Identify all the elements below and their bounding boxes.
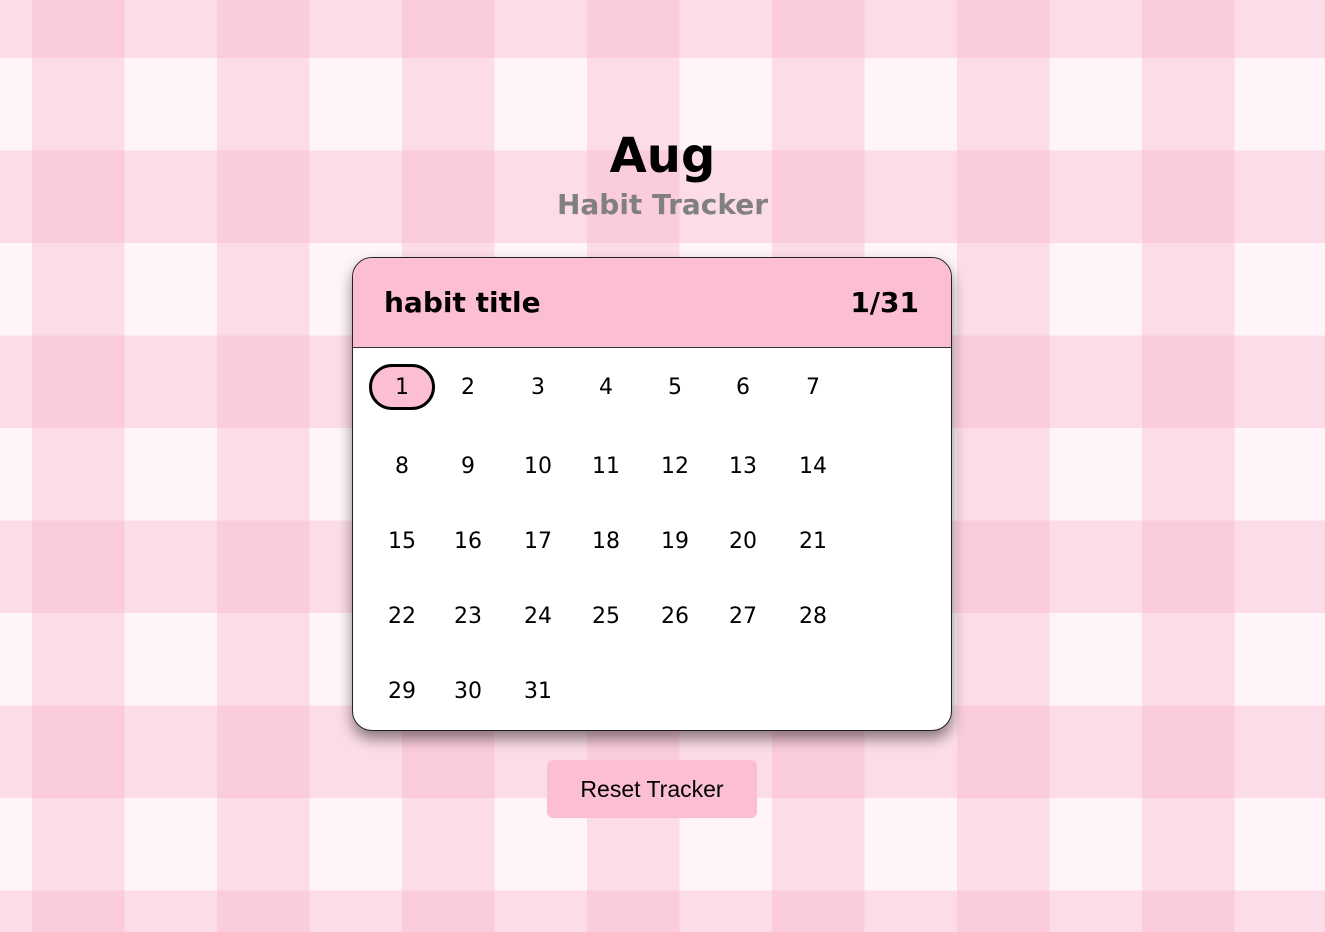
day-cell-21[interactable]: 21: [780, 518, 846, 564]
habit-progress-count: 1/31: [850, 286, 919, 319]
day-cell-7[interactable]: 7: [780, 364, 846, 410]
habit-card-header: habit title 1/31: [353, 258, 951, 348]
day-cell-31[interactable]: 31: [505, 668, 571, 714]
day-cell-12[interactable]: 12: [642, 443, 708, 489]
days-grid: 1 2 3 4 5 6 7 8 9 10 11 12 13 14 15 16 17 18 19 20 21 22 23 24 2…: [353, 348, 951, 728]
page-header: Aug Habit Tracker: [0, 126, 1325, 222]
day-cell-14[interactable]: 14: [780, 443, 846, 489]
day-cell-19[interactable]: 19: [642, 518, 708, 564]
day-cell-3[interactable]: 3: [505, 364, 571, 410]
day-cell-24[interactable]: 24: [505, 593, 571, 639]
reset-tracker-button[interactable]: Reset Tracker: [547, 760, 757, 818]
day-cell-11[interactable]: 11: [573, 443, 639, 489]
day-cell-13[interactable]: 13: [710, 443, 776, 489]
day-cell-25[interactable]: 25: [573, 593, 639, 639]
day-cell-18[interactable]: 18: [573, 518, 639, 564]
day-cell-16[interactable]: 16: [435, 518, 501, 564]
habit-title[interactable]: habit title: [384, 286, 541, 319]
month-title: Aug: [609, 128, 716, 184]
day-cell-26[interactable]: 26: [642, 593, 708, 639]
day-cell-23[interactable]: 23: [435, 593, 501, 639]
day-cell-1[interactable]: 1: [369, 364, 435, 410]
day-cell-30[interactable]: 30: [435, 668, 501, 714]
page-subtitle: Habit Tracker: [556, 188, 769, 221]
day-cell-9[interactable]: 9: [435, 443, 501, 489]
day-cell-15[interactable]: 15: [369, 518, 435, 564]
day-cell-29[interactable]: 29: [369, 668, 435, 714]
day-cell-5[interactable]: 5: [642, 364, 708, 410]
day-cell-4[interactable]: 4: [573, 364, 639, 410]
day-cell-10[interactable]: 10: [505, 443, 571, 489]
day-cell-27[interactable]: 27: [710, 593, 776, 639]
day-cell-20[interactable]: 20: [710, 518, 776, 564]
habit-tracker-card: habit title 1/31 1 2 3 4 5 6 7 8 9 10 11 12 13 14 15 16…: [352, 257, 952, 731]
day-cell-28[interactable]: 28: [780, 593, 846, 639]
day-cell-8[interactable]: 8: [369, 443, 435, 489]
day-cell-22[interactable]: 22: [369, 593, 435, 639]
day-cell-2[interactable]: 2: [435, 364, 501, 410]
day-cell-17[interactable]: 17: [505, 518, 571, 564]
day-cell-6[interactable]: 6: [710, 364, 776, 410]
